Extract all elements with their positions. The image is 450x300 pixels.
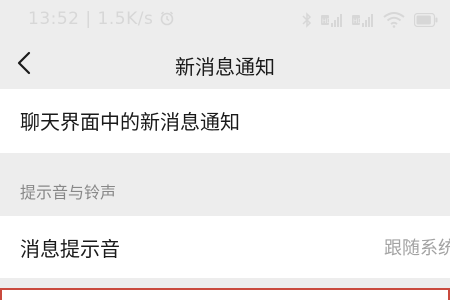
wifi-icon: [383, 12, 405, 28]
status-icons: HD HD: [302, 9, 438, 31]
nav-bar: 新消息通知: [0, 40, 450, 86]
message-sound-value: 跟随系统: [384, 238, 450, 259]
status-bar: 13:52 | 1.5K/s HD HD: [0, 0, 450, 40]
page-title: 新消息通知: [175, 55, 275, 79]
signal-hd-icon: HD: [321, 12, 343, 28]
battery-icon: [414, 13, 438, 27]
status-separator: |: [85, 9, 98, 29]
highlighted-item[interactable]: [0, 288, 450, 300]
chat-notify-label: 聊天界面中的新消息通知: [20, 110, 240, 134]
signal-hd-icon-2: HD: [352, 12, 374, 28]
svg-text:HD: HD: [322, 18, 332, 25]
chat-notify-item[interactable]: 聊天界面中的新消息通知: [0, 89, 450, 153]
section-title: 提示音与铃声: [20, 183, 117, 202]
svg-text:HD: HD: [353, 18, 363, 25]
status-time: 13:52: [28, 9, 80, 29]
alarm-icon: [159, 9, 175, 29]
status-time-speed: 13:52 | 1.5K/s: [28, 9, 175, 29]
network-speed: 1.5K/s: [97, 9, 154, 29]
message-sound-label: 消息提示音: [20, 237, 120, 261]
message-sound-item[interactable]: 消息提示音 跟随系统: [0, 216, 450, 278]
bluetooth-icon: [302, 12, 312, 28]
